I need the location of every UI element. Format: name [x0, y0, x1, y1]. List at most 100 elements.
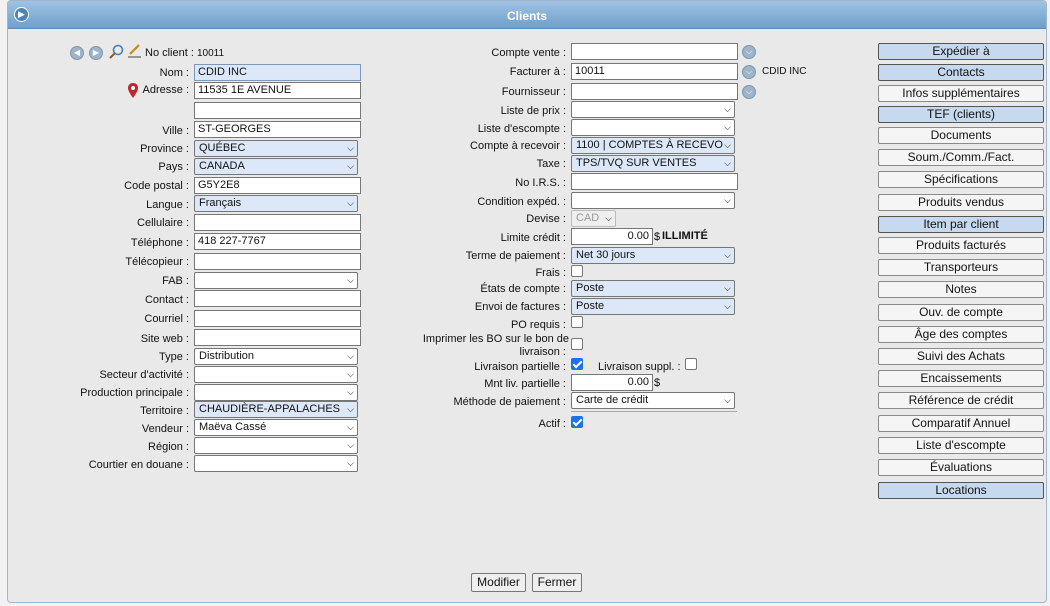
pays-select[interactable]: CANADA ⌵: [194, 158, 358, 175]
contact-field[interactable]: [194, 290, 361, 307]
notes-button[interactable]: Notes: [878, 281, 1044, 298]
ville-field[interactable]: ST-GEORGES: [194, 121, 361, 138]
chevron-down-icon: ⌵: [724, 395, 731, 405]
region-label: Région :: [148, 441, 189, 453]
taxe-select[interactable]: TPS/TVQ SUR VENTES ⌵: [571, 155, 735, 172]
envoi-select[interactable]: Poste ⌵: [571, 298, 735, 315]
vendeur-label: Vendeur :: [141, 423, 189, 435]
no-irs-field[interactable]: [571, 173, 738, 190]
frais-label: Frais :: [535, 267, 566, 279]
compte-vente-field[interactable]: [571, 43, 738, 60]
pays-value: CANADA: [199, 160, 245, 172]
divider: [571, 411, 737, 412]
modifier-button[interactable]: Modifier: [471, 573, 526, 592]
envoi-label: Envoi de factures :: [474, 301, 566, 313]
site-web-field[interactable]: [194, 329, 361, 346]
po-requis-checkbox[interactable]: [571, 316, 583, 328]
encaissements-button[interactable]: Encaissements: [878, 370, 1044, 387]
courriel-field[interactable]: [194, 310, 361, 327]
telephone-field[interactable]: 418 227-7767: [194, 233, 361, 250]
frais-checkbox[interactable]: [571, 265, 583, 277]
courtier-select[interactable]: ⌵: [194, 455, 358, 472]
chevron-down-icon: ⌵: [347, 422, 354, 432]
produits-factures-button[interactable]: Produits facturés: [878, 237, 1044, 254]
province-value: QUÉBEC: [199, 142, 246, 154]
documents-button[interactable]: Documents: [878, 127, 1044, 144]
fermer-button[interactable]: Fermer: [532, 573, 582, 592]
search-icon[interactable]: [108, 44, 125, 61]
terme-select[interactable]: Net 30 jours ⌵: [571, 247, 735, 264]
client-no-label: No client :: [145, 47, 194, 59]
specifications-button[interactable]: Spécifications: [878, 171, 1044, 188]
etats-select[interactable]: Poste ⌵: [571, 280, 735, 297]
liste-prix-select[interactable]: ⌵: [571, 101, 735, 118]
code-postal-field[interactable]: G5Y2E8: [194, 177, 361, 194]
age-des-comptes-button[interactable]: Âge des comptes: [878, 326, 1044, 343]
contacts-button[interactable]: Contacts: [878, 64, 1044, 81]
liste-escompte-select[interactable]: ⌵: [571, 119, 735, 136]
langue-label: Langue :: [146, 199, 189, 211]
type-select[interactable]: Distribution ⌵: [194, 348, 358, 365]
chevron-down-icon: ⌵: [347, 404, 354, 414]
adresse-line1-field[interactable]: 11535 1E AVENUE: [194, 82, 361, 99]
livraison-partielle-checkbox[interactable]: [571, 358, 583, 370]
expedier-a-button[interactable]: Expédier à: [878, 43, 1044, 60]
edit-pencil-icon[interactable]: [127, 42, 142, 58]
chevron-down-icon: ⌵: [347, 369, 354, 379]
previous-record-icon[interactable]: ◀: [70, 46, 84, 60]
vendeur-select[interactable]: Maëva Cassé ⌵: [194, 419, 358, 436]
condition-select[interactable]: ⌵: [571, 192, 735, 209]
actif-checkbox[interactable]: [571, 416, 583, 428]
produits-vendus-button[interactable]: Produits vendus: [878, 194, 1044, 211]
territoire-select[interactable]: CHAUDIÈRE-APPALACHES ⌵: [194, 401, 358, 418]
mnt-liv-field[interactable]: 0.00: [571, 374, 653, 391]
title-bar: ▶ Clients: [8, 1, 1046, 29]
secteur-select[interactable]: ⌵: [194, 366, 358, 383]
livraison-suppl-checkbox[interactable]: [685, 358, 697, 370]
facturer-field[interactable]: 10011: [571, 63, 738, 80]
chevron-down-icon: ⌵: [347, 351, 354, 361]
ouv-de-compte-button[interactable]: Ouv. de compte: [878, 304, 1044, 321]
tef-clients-button[interactable]: TEF (clients): [878, 106, 1044, 123]
transporteurs-button[interactable]: Transporteurs: [878, 259, 1044, 276]
fab-select[interactable]: ⌵: [194, 272, 358, 289]
evaluations-button[interactable]: Évaluations: [878, 459, 1044, 476]
suivi-des-achats-button[interactable]: Suivi des Achats: [878, 348, 1044, 365]
reference-de-credit-button[interactable]: Référence de crédit: [878, 392, 1044, 409]
langue-value: Français: [199, 197, 242, 209]
nom-field[interactable]: CDID INC: [194, 64, 361, 81]
cellulaire-field[interactable]: [194, 214, 361, 231]
window-title: Clients: [506, 9, 547, 23]
production-select[interactable]: ⌵: [194, 384, 358, 401]
imprimer-bo-checkbox[interactable]: [571, 338, 583, 350]
comparatif-annuel-button[interactable]: Comparatif Annuel: [878, 415, 1044, 432]
limite-credit-unit: $: [654, 231, 661, 243]
limite-credit-field[interactable]: 0.00: [571, 228, 653, 245]
soum-comm-fact-button[interactable]: Soum./Comm./Fact.: [878, 149, 1044, 166]
province-label: Province :: [140, 143, 189, 155]
next-record-icon[interactable]: ▶: [89, 46, 103, 60]
adresse-line2-field[interactable]: [194, 102, 361, 119]
fab-label: FAB :: [162, 275, 189, 287]
chevron-down-circle-icon[interactable]: ⌵: [742, 85, 756, 99]
chevron-down-circle-icon[interactable]: ⌵: [742, 65, 756, 79]
province-select[interactable]: QUÉBEC ⌵: [194, 140, 358, 157]
map-pin-icon[interactable]: [127, 82, 139, 99]
infos-supplementaires-button[interactable]: Infos supplémentaires: [878, 85, 1044, 102]
chevron-down-circle-icon[interactable]: ⌵: [742, 45, 756, 59]
liste-escompte-button[interactable]: Liste d'escompte: [878, 437, 1044, 454]
fournisseur-field[interactable]: [571, 83, 738, 100]
telecopieur-field[interactable]: [194, 253, 361, 270]
methode-select[interactable]: Carte de crédit ⌵: [571, 392, 735, 409]
taxe-value: TPS/TVQ SUR VENTES: [576, 157, 697, 169]
chevron-down-icon: ⌵: [724, 250, 731, 260]
item-par-client-button[interactable]: Item par client: [878, 216, 1044, 233]
locations-button[interactable]: Locations: [878, 482, 1044, 499]
devise-select: CAD ⌵: [571, 210, 616, 227]
livraison-partielle-label: Livraison partielle :: [474, 361, 566, 373]
type-label: Type :: [159, 351, 189, 363]
region-select[interactable]: ⌵: [194, 437, 358, 454]
langue-select[interactable]: Français ⌵: [194, 195, 358, 212]
compte-recevoir-select[interactable]: 1100 | COMPTES À RECEVO ⌵: [571, 137, 735, 154]
telephone-label: Téléphone :: [130, 237, 189, 249]
